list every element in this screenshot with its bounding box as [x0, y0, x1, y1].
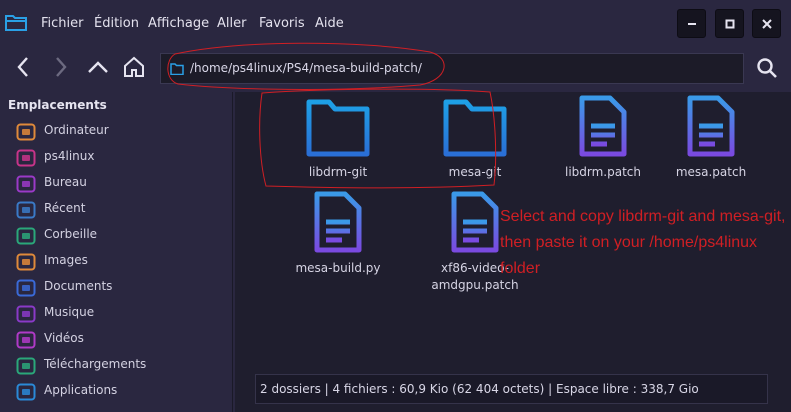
back-button[interactable] [8, 51, 40, 83]
document-icon [579, 95, 627, 157]
sidebar-item-bureau[interactable]: Bureau [0, 171, 232, 197]
sidebar-item-label: ps4linux [44, 149, 95, 163]
maximize-button[interactable] [715, 9, 744, 38]
file-item-mesa-build-py[interactable]: mesa-build.py [275, 190, 401, 277]
sidebar-item-label: Musique [44, 305, 95, 319]
menu-bar: Fichier Édition Affichage Aller Favoris … [0, 0, 791, 48]
sidebar-item-label: Ordinateur [44, 123, 109, 137]
minimize-icon [687, 22, 696, 25]
applications-icon [16, 383, 36, 401]
sidebar-item-musique[interactable]: Musique [0, 301, 232, 327]
sidebar-item-t-l-chargements[interactable]: Téléchargements [0, 353, 232, 379]
downloads-icon [16, 357, 36, 375]
status-text: 2 dossiers | 4 fichiers : 60,9 Kio (62 4… [260, 382, 699, 396]
sidebar-item-label: Bureau [44, 175, 87, 189]
chevron-right-icon [56, 57, 67, 77]
images-icon [16, 253, 36, 271]
file-manager-app-icon [5, 15, 27, 31]
recent-icon [16, 201, 36, 219]
menu-fichier[interactable]: Fichier [41, 16, 84, 31]
home-icon [16, 149, 36, 167]
sidebar-item-label: Téléchargements [44, 357, 147, 371]
search-icon [757, 58, 777, 78]
minimize-button[interactable] [677, 9, 706, 38]
close-button[interactable] [752, 9, 781, 38]
computer-icon [16, 123, 36, 141]
file-label: mesa.patch [675, 165, 747, 179]
trash-icon [16, 227, 36, 245]
annotation-text: Select and copy libdrm-git and mesa-git,… [500, 208, 786, 277]
sidebar-item-corbeille[interactable]: Corbeille [0, 223, 232, 249]
home-button[interactable] [118, 51, 150, 83]
file-label: libdrm-git [308, 165, 368, 179]
sidebar-item-label: Applications [44, 383, 118, 397]
document-icon [687, 95, 735, 157]
document-icon [314, 191, 362, 253]
search-button[interactable] [752, 53, 782, 83]
sidebar-item-label: Récent [44, 201, 86, 215]
sidebar-item-label: Images [44, 253, 88, 267]
menu-edition[interactable]: Édition [94, 16, 139, 31]
menu-favoris[interactable]: Favoris [259, 16, 305, 31]
file-item-mesa-patch[interactable]: mesa.patch [648, 94, 774, 181]
sidebar: Emplacements Ordinateur ps4linux Bureau Réc… [0, 92, 233, 412]
sidebar-item-r-cent[interactable]: Récent [0, 197, 232, 223]
menu-aller[interactable]: Aller [217, 16, 246, 31]
sidebar-item-label: Vidéos [44, 331, 84, 345]
sidebar-item-ordinateur[interactable]: Ordinateur [0, 119, 232, 145]
documents-icon [16, 279, 36, 297]
file-item-libdrm-git[interactable]: libdrm-git [275, 98, 401, 181]
sidebar-item-label: Documents [44, 279, 113, 293]
desktop-icon [16, 175, 36, 193]
toolbar: /home/ps4linux/PS4/mesa-build-patch/ [0, 48, 791, 88]
menu-aide[interactable]: Aide [315, 16, 344, 31]
up-button[interactable] [82, 51, 114, 83]
location-bar[interactable]: /home/ps4linux/PS4/mesa-build-patch/ [160, 53, 744, 84]
home-icon [124, 56, 144, 77]
folder-icon [443, 99, 507, 157]
location-path[interactable]: /home/ps4linux/PS4/mesa-build-patch/ [190, 61, 422, 75]
status-bar: 2 dossiers | 4 fichiers : 60,9 Kio (62 4… [235, 362, 791, 412]
maximize-icon [725, 19, 734, 28]
folder-icon [170, 63, 184, 75]
chevron-up-icon [88, 61, 108, 73]
forward-button[interactable] [44, 51, 76, 83]
file-label: mesa-build.py [295, 261, 381, 275]
document-icon [451, 191, 499, 253]
folder-icon [306, 99, 370, 157]
videos-icon [16, 331, 36, 349]
status-box: 2 dossiers | 4 fichiers : 60,9 Kio (62 4… [255, 374, 768, 404]
file-item-mesa-git[interactable]: mesa-git [412, 98, 538, 181]
sidebar-item-applications[interactable]: Applications [0, 379, 232, 405]
menu-affichage[interactable]: Affichage [148, 16, 209, 31]
chevron-left-icon [17, 57, 28, 77]
music-icon [16, 305, 36, 323]
file-view[interactable]: libdrm-git mesa-git libdrm.patch mesa.pa… [235, 92, 791, 362]
sidebar-item-vid-os[interactable]: Vidéos [0, 327, 232, 353]
sidebar-item-documents[interactable]: Documents [0, 275, 232, 301]
sidebar-item-images[interactable]: Images [0, 249, 232, 275]
sidebar-header: Emplacements [8, 98, 107, 112]
close-icon [761, 18, 772, 29]
sidebar-item-label: Corbeille [44, 227, 98, 241]
file-label: mesa-git [448, 165, 502, 179]
sidebar-item-ps4linux[interactable]: ps4linux [0, 145, 232, 171]
